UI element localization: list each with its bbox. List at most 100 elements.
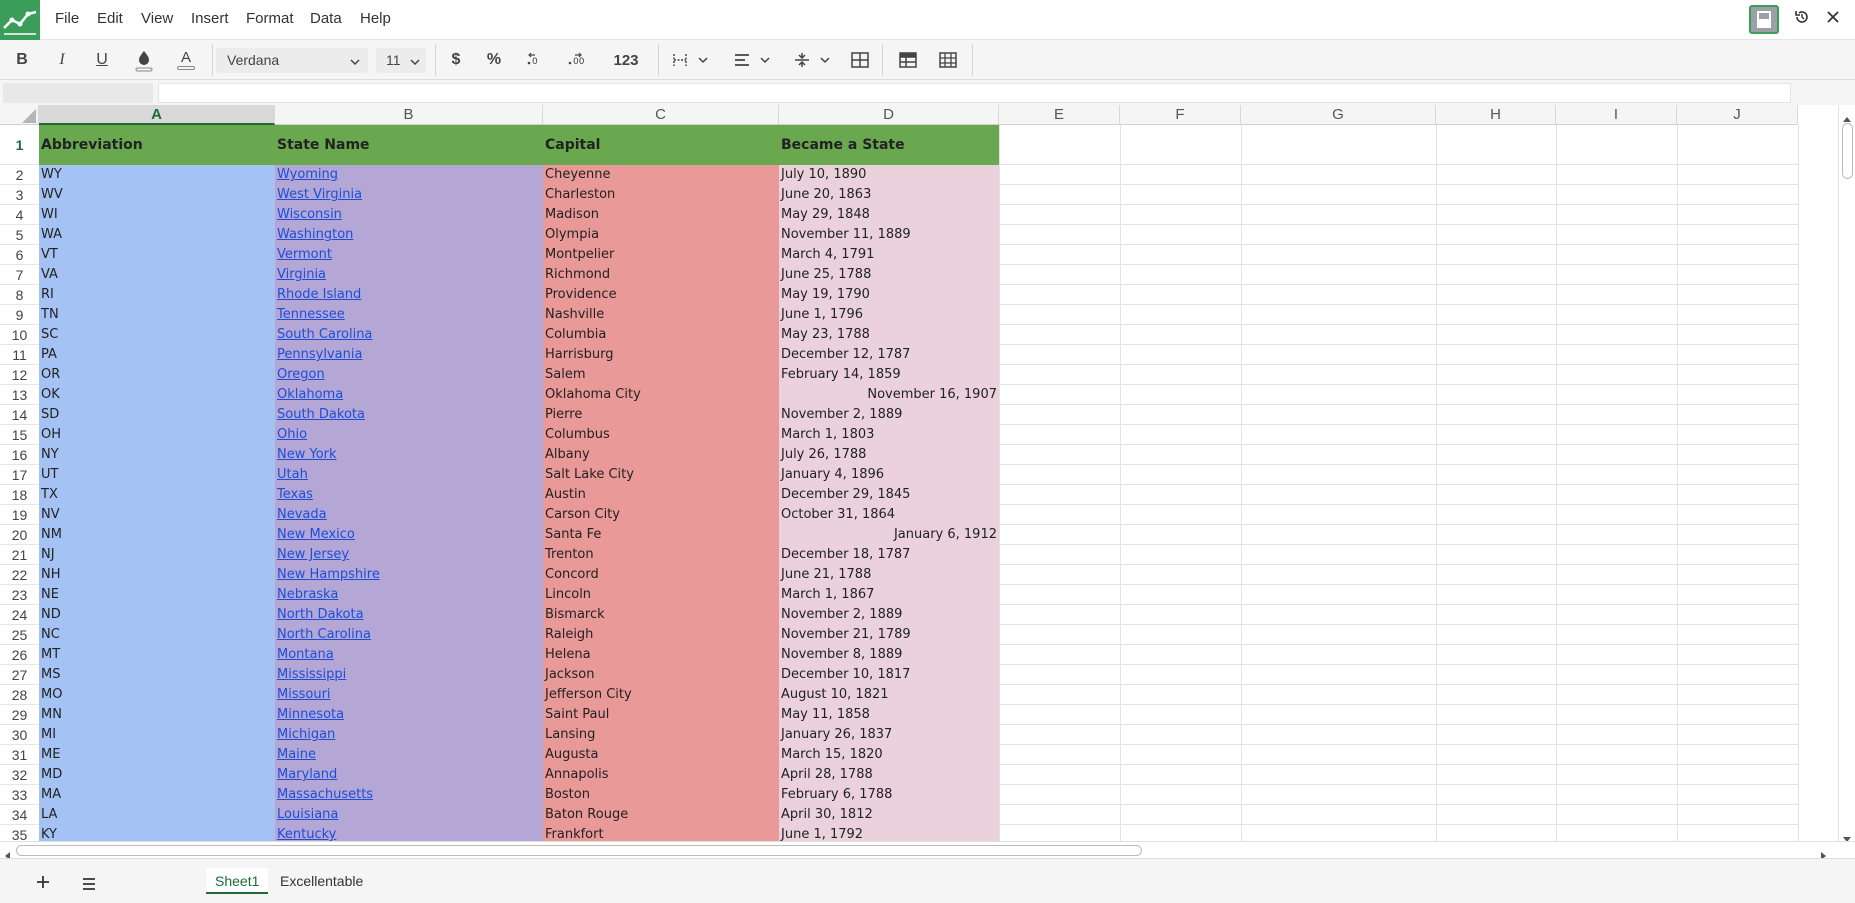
abbreviation-cell[interactable]: NC: [39, 625, 275, 645]
row-header-6[interactable]: 6: [0, 245, 39, 265]
state-link[interactable]: New Mexico: [277, 527, 355, 542]
state-name-cell[interactable]: Mississippi: [275, 665, 543, 685]
capital-cell[interactable]: Lansing: [543, 725, 779, 745]
statehood-date-cell[interactable]: May 11, 1858: [779, 705, 999, 725]
statehood-date-cell[interactable]: November 8, 1889: [779, 645, 999, 665]
statehood-date-cell[interactable]: March 1, 1867: [779, 585, 999, 605]
abbreviation-cell[interactable]: MO: [39, 685, 275, 705]
state-link[interactable]: Texas: [277, 487, 313, 502]
abbreviation-cell[interactable]: VA: [39, 265, 275, 285]
state-link[interactable]: Ohio: [277, 427, 307, 442]
menu-file[interactable]: File: [55, 10, 79, 27]
column-header-f[interactable]: F: [1120, 105, 1241, 125]
capital-cell[interactable]: Baton Rouge: [543, 805, 779, 825]
add-sheet-icon[interactable]: [36, 874, 50, 893]
capital-cell[interactable]: Salt Lake City: [543, 465, 779, 485]
bold-button[interactable]: B: [10, 47, 34, 73]
state-link[interactable]: Virginia: [277, 267, 326, 282]
row-header-23[interactable]: 23: [0, 585, 39, 605]
abbreviation-cell[interactable]: ME: [39, 745, 275, 765]
insert-table-icon[interactable]: [896, 47, 920, 73]
menu-view[interactable]: View: [141, 10, 173, 27]
vertical-scrollbar[interactable]: [1838, 105, 1855, 841]
statehood-date-cell[interactable]: November 16, 1907: [779, 385, 999, 405]
column-header-b[interactable]: B: [275, 105, 543, 125]
state-link[interactable]: New Hampshire: [277, 567, 380, 582]
capital-cell[interactable]: Montpelier: [543, 245, 779, 265]
vertical-scroll-thumb[interactable]: [1842, 123, 1853, 179]
state-name-cell[interactable]: Texas: [275, 485, 543, 505]
state-link[interactable]: West Virginia: [277, 187, 362, 202]
abbreviation-cell[interactable]: MT: [39, 645, 275, 665]
state-name-cell[interactable]: Wyoming: [275, 165, 543, 185]
app-logo-icon[interactable]: [0, 0, 40, 40]
abbreviation-cell[interactable]: WV: [39, 185, 275, 205]
history-icon[interactable]: [1793, 8, 1811, 30]
abbreviation-cell[interactable]: WI: [39, 205, 275, 225]
state-link[interactable]: Nevada: [277, 507, 327, 522]
row-header-4[interactable]: 4: [0, 205, 39, 225]
state-name-cell[interactable]: Montana: [275, 645, 543, 665]
statehood-date-cell[interactable]: June 21, 1788: [779, 565, 999, 585]
row-header-2[interactable]: 2: [0, 165, 39, 185]
percent-button[interactable]: %: [482, 47, 506, 73]
sheet-list-icon[interactable]: [82, 875, 96, 894]
capital-cell[interactable]: Concord: [543, 565, 779, 585]
column-header-e[interactable]: E: [999, 105, 1120, 125]
capital-cell[interactable]: Jackson: [543, 665, 779, 685]
state-name-cell[interactable]: Maryland: [275, 765, 543, 785]
state-link[interactable]: Massachusetts: [277, 787, 373, 802]
user-avatar-icon[interactable]: [1749, 5, 1779, 34]
capital-cell[interactable]: Boston: [543, 785, 779, 805]
abbreviation-cell[interactable]: MA: [39, 785, 275, 805]
capital-cell[interactable]: Cheyenne: [543, 165, 779, 185]
capital-cell[interactable]: Frankfort: [543, 825, 779, 841]
header-cell[interactable]: Abbreviation: [39, 125, 275, 165]
row-header-28[interactable]: 28: [0, 685, 39, 705]
row-header-35[interactable]: 35: [0, 825, 39, 841]
statehood-date-cell[interactable]: December 12, 1787: [779, 345, 999, 365]
row-header-9[interactable]: 9: [0, 305, 39, 325]
state-link[interactable]: Missouri: [277, 687, 331, 702]
increase-decimal-icon[interactable]: 00: [566, 47, 590, 73]
merge-cells-icon[interactable]: [848, 47, 872, 73]
abbreviation-cell[interactable]: NJ: [39, 545, 275, 565]
state-link[interactable]: New York: [277, 447, 337, 462]
capital-cell[interactable]: Carson City: [543, 505, 779, 525]
statehood-date-cell[interactable]: June 1, 1792: [779, 825, 999, 841]
formula-input[interactable]: [158, 83, 1791, 103]
row-header-16[interactable]: 16: [0, 445, 39, 465]
row-header-14[interactable]: 14: [0, 405, 39, 425]
state-link[interactable]: Oregon: [277, 367, 325, 382]
state-name-cell[interactable]: Oregon: [275, 365, 543, 385]
row-header-24[interactable]: 24: [0, 605, 39, 625]
state-name-cell[interactable]: North Carolina: [275, 625, 543, 645]
abbreviation-cell[interactable]: NV: [39, 505, 275, 525]
state-link[interactable]: Washington: [277, 227, 353, 242]
state-name-cell[interactable]: Maine: [275, 745, 543, 765]
statehood-date-cell[interactable]: November 11, 1889: [779, 225, 999, 245]
state-name-cell[interactable]: Pennsylvania: [275, 345, 543, 365]
sheet-tab-sheet1[interactable]: Sheet1: [206, 868, 269, 894]
close-icon[interactable]: [1825, 9, 1841, 29]
capital-cell[interactable]: Oklahoma City: [543, 385, 779, 405]
state-link[interactable]: Nebraska: [277, 587, 338, 602]
abbreviation-cell[interactable]: PA: [39, 345, 275, 365]
abbreviation-cell[interactable]: SD: [39, 405, 275, 425]
row-header-21[interactable]: 21: [0, 545, 39, 565]
column-header-i[interactable]: I: [1556, 105, 1677, 125]
column-header-h[interactable]: H: [1436, 105, 1556, 125]
menu-data[interactable]: Data: [310, 10, 342, 27]
state-link[interactable]: North Carolina: [277, 627, 371, 642]
column-header-j[interactable]: J: [1677, 105, 1798, 125]
state-name-cell[interactable]: New Hampshire: [275, 565, 543, 585]
capital-cell[interactable]: Raleigh: [543, 625, 779, 645]
state-name-cell[interactable]: North Dakota: [275, 605, 543, 625]
abbreviation-cell[interactable]: NY: [39, 445, 275, 465]
statehood-date-cell[interactable]: June 25, 1788: [779, 265, 999, 285]
row-header-22[interactable]: 22: [0, 565, 39, 585]
state-link[interactable]: Wyoming: [277, 167, 338, 182]
column-header-c[interactable]: C: [543, 105, 779, 125]
state-link[interactable]: Oklahoma: [277, 387, 343, 402]
state-name-cell[interactable]: Tennessee: [275, 305, 543, 325]
